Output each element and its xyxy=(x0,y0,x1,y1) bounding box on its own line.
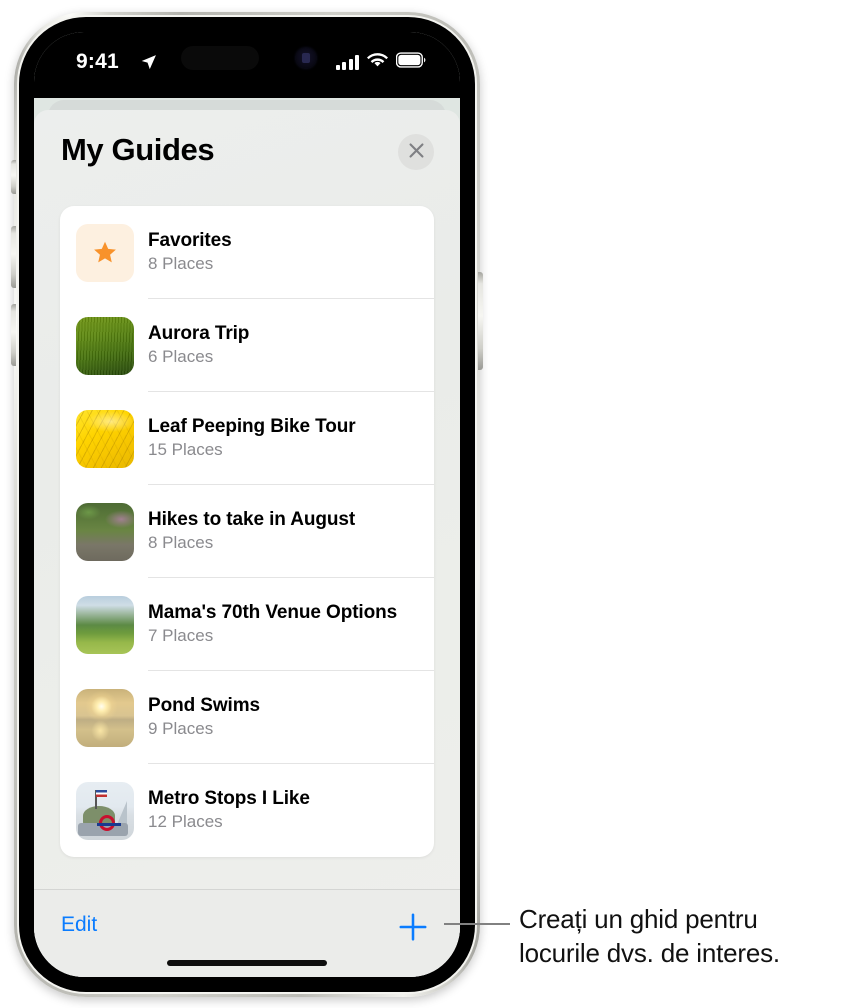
dynamic-island xyxy=(181,46,259,70)
wifi-icon xyxy=(367,52,388,73)
guide-count: 7 Places xyxy=(148,626,214,646)
guide-name: Aurora Trip xyxy=(148,322,250,344)
guide-name: Leaf Peeping Bike Tour xyxy=(148,415,356,437)
edit-button[interactable]: Edit xyxy=(61,913,97,937)
guide-count: 12 Places xyxy=(148,812,223,832)
power-button[interactable] xyxy=(478,272,483,370)
guide-thumbnail-image xyxy=(76,688,134,747)
list-item[interactable]: Pond Swims 9 Places xyxy=(60,671,434,764)
guide-name: Hikes to take in August xyxy=(148,508,356,530)
list-item-text: Leaf Peeping Bike Tour 15 Places xyxy=(148,415,356,463)
device-screen: 9:41 My Guides Favorites 8 Places Aurora… xyxy=(34,32,460,977)
list-item[interactable]: Mama's 70th Venue Options 7 Places xyxy=(60,578,434,671)
list-item[interactable]: Metro Stops I Like 12 Places xyxy=(60,764,434,857)
iphone-device-frame: 9:41 My Guides Favorites 8 Places Aurora… xyxy=(11,12,483,997)
list-item-text: Hikes to take in August 8 Places xyxy=(148,508,355,556)
guide-name: Favorites xyxy=(148,229,232,251)
plus-icon xyxy=(396,913,430,947)
list-item-text: Mama's 70th Venue Options 7 Places xyxy=(148,601,397,649)
guide-name: Metro Stops I Like xyxy=(148,787,310,809)
list-item-text: Favorites 8 Places xyxy=(148,229,232,277)
guide-count: 8 Places xyxy=(148,533,214,553)
list-item[interactable]: Leaf Peeping Bike Tour 15 Places xyxy=(60,392,434,485)
guide-thumbnail-image xyxy=(76,502,134,561)
status-time: 9:41 xyxy=(76,50,119,73)
guide-count: 6 Places xyxy=(148,347,214,367)
callout-text: Creați un ghid pentru locurile dvs. de i… xyxy=(519,904,780,968)
guide-thumbnail-image xyxy=(76,595,134,654)
action-button[interactable] xyxy=(11,160,16,194)
page-title: My Guides xyxy=(61,132,215,167)
list-item-text: Pond Swims 9 Places xyxy=(148,694,260,742)
guide-count: 8 Places xyxy=(148,254,214,274)
list-item-text: Metro Stops I Like 12 Places xyxy=(148,787,310,835)
guide-name: Pond Swims xyxy=(148,694,260,716)
cellular-signal-icon xyxy=(335,55,359,70)
star-icon xyxy=(76,223,134,282)
guide-thumbnail-image xyxy=(76,781,134,840)
guide-count: 15 Places xyxy=(148,440,223,460)
guide-count: 9 Places xyxy=(148,719,214,739)
list-item-text: Aurora Trip 6 Places xyxy=(148,322,249,370)
volume-down-button[interactable] xyxy=(11,304,16,366)
home-indicator xyxy=(167,960,327,966)
guide-thumbnail-image xyxy=(76,409,134,468)
close-button[interactable] xyxy=(398,134,434,170)
list-item[interactable]: Hikes to take in August 8 Places xyxy=(60,485,434,578)
guides-list-card: Favorites 8 Places Aurora Trip 6 Places xyxy=(60,206,434,857)
battery-icon xyxy=(395,52,426,73)
status-indicators xyxy=(335,52,427,73)
close-x-icon xyxy=(408,142,425,162)
my-guides-sheet: My Guides Favorites 8 Places Aurora Trip… xyxy=(34,110,460,977)
status-bar: 9:41 xyxy=(34,32,460,98)
list-item[interactable]: Aurora Trip 6 Places xyxy=(60,299,434,392)
callout-leader-line xyxy=(444,923,510,925)
location-arrow-icon xyxy=(140,54,157,76)
list-item[interactable]: Favorites 8 Places xyxy=(60,206,434,299)
volume-up-button[interactable] xyxy=(11,226,16,288)
bottom-toolbar: Edit xyxy=(34,889,460,977)
add-guide-button[interactable] xyxy=(396,910,430,944)
guide-thumbnail-image xyxy=(76,316,134,375)
guide-name: Mama's 70th Venue Options xyxy=(148,601,398,623)
front-camera-icon xyxy=(296,48,316,68)
sheet-header: My Guides xyxy=(34,110,460,188)
